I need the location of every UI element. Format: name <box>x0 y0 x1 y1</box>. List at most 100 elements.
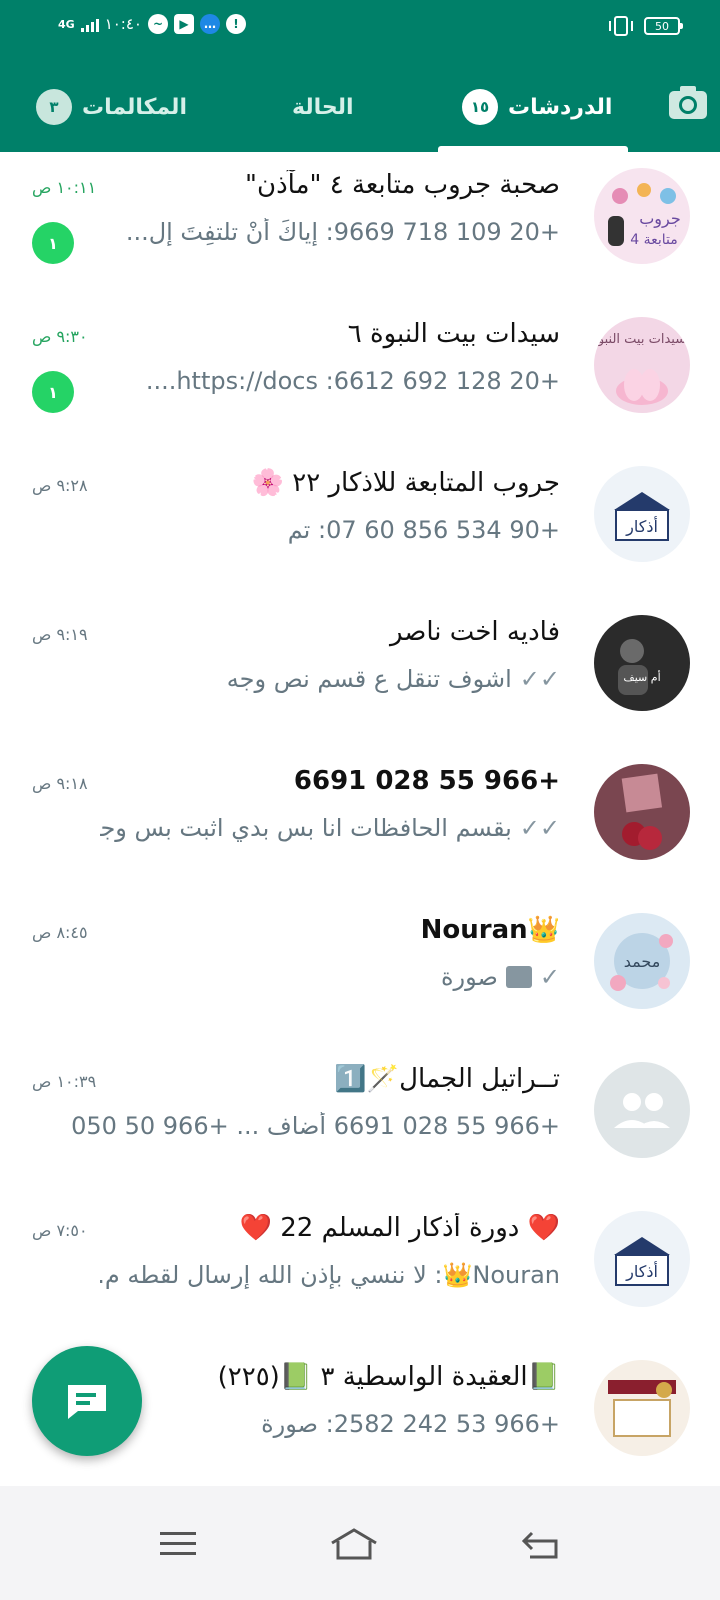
svg-text:محمد: محمد <box>624 952 661 971</box>
new-chat-button[interactable] <box>32 1346 142 1456</box>
chat-name-text: تــراتيل الجمال <box>399 1064 560 1094</box>
heart-emoji-icon: ❤️ <box>239 1213 272 1243</box>
tab-chats-label: الدردشات <box>508 94 613 120</box>
tab-bar: ١٥ الدردشات الحالة ٣ المكالمات <box>0 62 720 152</box>
image-icon <box>505 966 532 988</box>
chat-name: فاديه اخت ناصر <box>389 617 560 647</box>
chat-row[interactable]: أذكار ❤️ دورة أذكار المسلم 22 ❤️ Nouran👑… <box>0 1195 720 1347</box>
system-nav-bar <box>0 1486 720 1600</box>
tab-calls-label: المكالمات <box>82 94 187 120</box>
message-icon <box>68 1385 106 1419</box>
avatar[interactable]: سيدات بيت النبو <box>594 317 690 413</box>
chat-time: ٩:١٩ ص <box>32 625 88 644</box>
avatar[interactable] <box>594 764 690 860</box>
chat-preview-text: بقسم الحافظات انا بس بدي اثبت بس وجه <box>100 814 512 842</box>
chat-time: ٩:٢٨ ص <box>32 476 88 495</box>
chat-name-text: دورة أذكار المسلم 22 <box>280 1213 520 1243</box>
chat-time: ٩:١٨ ص <box>32 774 88 793</box>
vibrate-icon <box>609 16 633 36</box>
chat-list[interactable]: جروب 4 متابعة صحبة جروب متابعة ٤ "مآذن" … <box>0 152 720 1516</box>
book-emoji-icon: 📗 <box>527 1362 560 1392</box>
chat-preview: ✓ صورة <box>100 963 560 991</box>
chat-row[interactable]: سيدات بيت النبو سيدات بيت النبوة ٦ +20 1… <box>0 301 720 453</box>
chat-name: +966 55 028 6691 <box>293 766 560 796</box>
menu-icon <box>160 1532 196 1555</box>
single-check-icon: ✓ <box>539 963 560 991</box>
chat-time: ١٠:١١ ص <box>32 178 97 197</box>
chat-name: ❤️ دورة أذكار المسلم 22 ❤️ <box>140 1213 560 1243</box>
chat-row[interactable]: أذكار جروب المتابعة للاذكار ٢٢ 🌸 +90 534… <box>0 450 720 602</box>
chat-preview: +20 128 692 6612: https://docs.... <box>145 367 560 395</box>
battery-icon: 50 <box>644 17 683 35</box>
chat-preview: +966 53 242 2582: صورة <box>261 1410 560 1438</box>
svg-text:أذكار: أذكار <box>625 1261 658 1282</box>
tab-calls[interactable]: ٣ المكالمات <box>36 62 187 152</box>
double-check-icon: ✓✓ <box>519 814 560 842</box>
chat-preview-text: صورة <box>440 963 498 991</box>
avatar[interactable]: محمد <box>594 913 690 1009</box>
avatar[interactable] <box>594 1360 690 1456</box>
chat-row[interactable]: محمد Nouran👑 ✓ صورة ٨:٤٥ ص <box>0 897 720 1049</box>
flower-emoji-icon: 🌸 <box>251 468 285 498</box>
status-right: 50 <box>609 16 683 36</box>
tab-status-label: الحالة <box>292 94 354 120</box>
chat-row[interactable]: أم سيف فاديه اخت ناصر ✓✓ اشوف تنقل ع قسم… <box>0 599 720 751</box>
avatar[interactable]: جروب 4 متابعة <box>594 168 690 264</box>
status-left: 4G ١٠:٤٠ ~ ▶ … ! <box>58 14 246 34</box>
network-label: 4G <box>58 17 75 31</box>
chat-preview: ✓✓ اشوف تنقل ع قسم نص وجه <box>100 665 560 693</box>
chat-preview: ✓✓ بقسم الحافظات انا بس بدي اثبت بس وجه <box>100 814 560 842</box>
svg-text:أذكار: أذكار <box>625 516 658 537</box>
chat-preview: +966 55 028 6691 أضاف ... +966 50 050 <box>71 1112 560 1140</box>
chat-name-text: العقيدة الواسطية ٣ <box>320 1362 528 1392</box>
crown-emoji-icon: 👑 <box>527 915 560 945</box>
youtube-icon: ▶ <box>173 14 194 34</box>
avatar[interactable]: أم سيف <box>594 615 690 711</box>
chat-time: ٨:٤٥ ص <box>32 923 88 942</box>
chat-time: ٩:٣٠ ص <box>32 327 88 346</box>
tab-chats[interactable]: ١٥ الدردشات <box>462 62 612 152</box>
messenger-icon: ~ <box>147 14 168 34</box>
chat-row[interactable]: جروب 4 متابعة صحبة جروب متابعة ٤ "مآذن" … <box>0 152 720 304</box>
tab-status[interactable]: الحالة <box>292 62 354 152</box>
home-nav-button[interactable] <box>324 1514 384 1574</box>
chat-row[interactable]: تــراتيل الجمال🪄1️⃣ +966 55 028 6691 أضا… <box>0 1046 720 1198</box>
clock: ١٠:٤٠ <box>104 15 142 33</box>
signal-icon <box>80 16 99 32</box>
chat-name: 📗العقيدة الواسطية ٣ 📗(٢٢٥) <box>140 1362 560 1392</box>
chat-time: ٧:٥٠ ص <box>32 1221 88 1240</box>
wand-emoji-icon: 🪄1️⃣ <box>334 1064 400 1094</box>
chat-preview-text: اشوف تنقل ع قسم نص وجه <box>226 665 512 693</box>
chat-name-text: Nouran <box>420 915 528 945</box>
svg-text:أم سيف: أم سيف <box>623 670 660 684</box>
chat-name: سيدات بيت النبوة ٦ <box>347 319 560 349</box>
back-nav-button[interactable] <box>510 1514 570 1574</box>
unread-badge: ١ <box>32 222 74 264</box>
status-bar: 4G ١٠:٤٠ ~ ▶ … ! 50 <box>0 0 720 56</box>
chat-preview: +90 534 856 60 07: تم <box>287 516 560 544</box>
chat-time: ١٠:٣٩ ص <box>32 1072 97 1091</box>
chats-badge: ١٥ <box>462 89 498 125</box>
avatar[interactable]: أذكار <box>594 1211 690 1307</box>
heart-emoji-icon: ❤️ <box>527 1213 560 1243</box>
group-avatar[interactable] <box>594 1062 690 1158</box>
svg-text:4 متابعة: 4 متابعة <box>630 232 678 248</box>
chat-name: جروب المتابعة للاذكار ٢٢ 🌸 <box>140 468 560 498</box>
chat-name-text: جروب المتابعة للاذكار ٢٢ <box>292 468 560 498</box>
alert-icon: ! <box>225 14 246 34</box>
avatar[interactable]: أذكار <box>594 466 690 562</box>
chat-name: Nouran👑 <box>140 915 560 945</box>
chat-name-suffix: (٢٢٥) <box>217 1362 280 1392</box>
chat-name: تــراتيل الجمال🪄1️⃣ <box>140 1064 560 1094</box>
chat-notification-icon: … <box>199 14 220 34</box>
camera-icon[interactable] <box>668 84 708 120</box>
double-check-icon: ✓✓ <box>519 665 560 693</box>
chat-preview: +20 109 718 9669: إياكَ أنْ تلتفِتَ إل..… <box>125 218 560 246</box>
chat-row[interactable]: +966 55 028 6691 ✓✓ بقسم الحافظات انا بس… <box>0 748 720 900</box>
menu-nav-button[interactable] <box>148 1514 208 1574</box>
app-bar: 4G ١٠:٤٠ ~ ▶ … ! 50 ١٥ الدردشات الحالة ٣… <box>0 0 720 152</box>
calls-badge: ٣ <box>36 89 72 125</box>
svg-text:جروب: جروب <box>639 209 681 229</box>
battery-level: 50 <box>655 19 669 33</box>
chat-preview: Nouran👑: لا ننسي بإذن الله إرسال لقطه م.… <box>100 1261 560 1289</box>
